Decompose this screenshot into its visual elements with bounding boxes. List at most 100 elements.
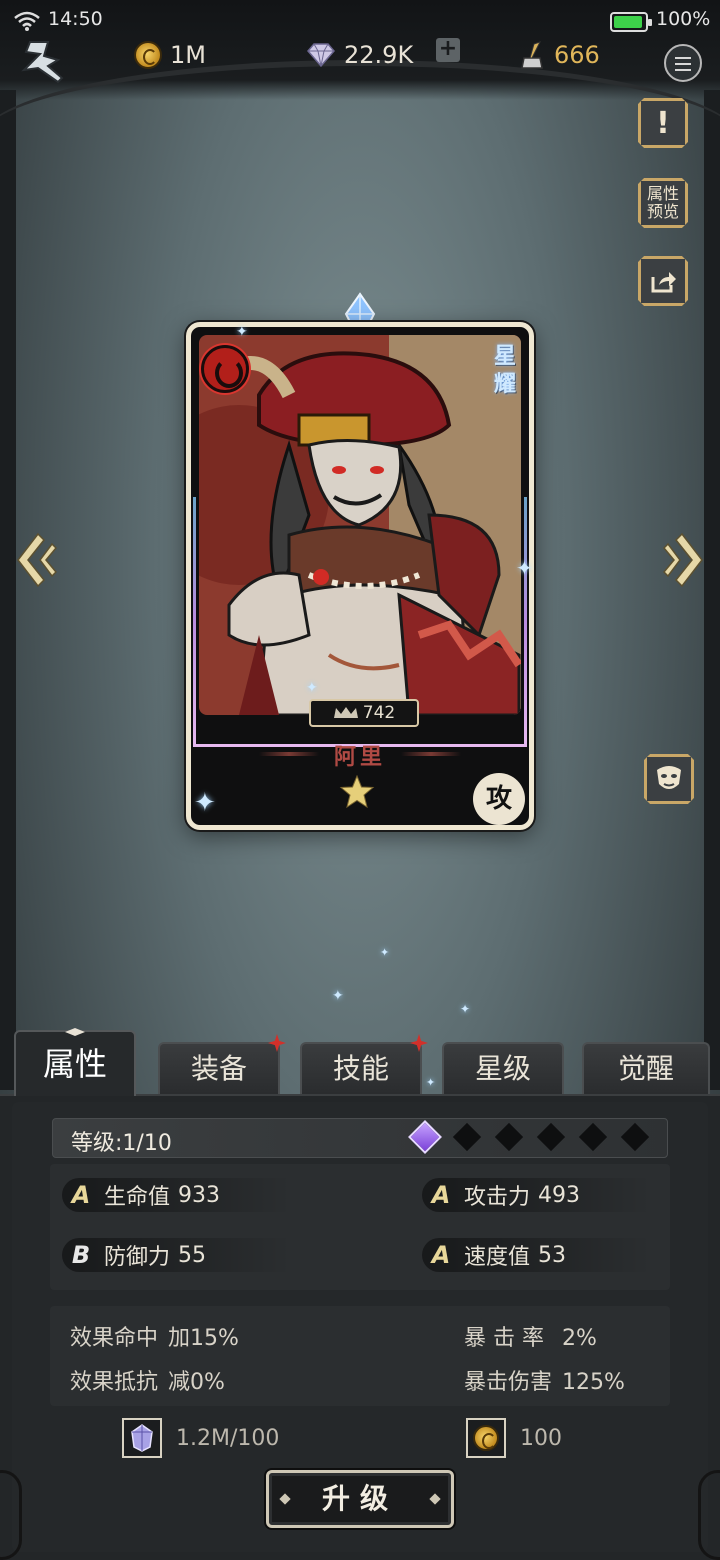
level-pip-empty-icon [620,1122,650,1152]
level-pip-filled-icon [410,1122,440,1152]
rarity-label: 星耀 [493,344,516,397]
stat-name: 攻击力 [464,1185,531,1210]
effect-name: 效果命中 [70,1326,159,1351]
stat-attack: A 攻击力 493 [422,1178,652,1212]
stat-speed: A 速度值 53 [422,1238,652,1272]
level-pip-empty-icon [452,1122,482,1152]
star-icon [339,775,375,809]
corner-deco-right [698,1470,720,1560]
tab-bar: 属性 装备 技能 星级 觉醒 [0,1030,720,1096]
effect-name: 效果抵抗 [70,1370,159,1395]
attack-role-badge: 攻 [473,773,525,825]
tab-star-level[interactable]: 星级 [442,1042,564,1094]
level-pip-empty-icon [494,1122,524,1152]
stat-value: 933 [178,1182,221,1208]
stat-value: 55 [178,1242,207,1268]
alert-icon [410,1034,428,1052]
ink-bottle-icon [521,41,543,69]
status-time: 14:50 [48,8,103,30]
stat-value: 493 [538,1182,581,1208]
gold-cost: 100 [466,1418,562,1458]
ink-amount: 666 [554,41,600,69]
hero-name: 阿里 [333,745,386,770]
grade-badge: A [431,1181,451,1209]
previous-hero-arrow[interactable] [14,530,58,590]
stat-defense: B 防御力 55 [62,1238,292,1272]
next-hero-arrow[interactable] [662,530,706,590]
tab-skills[interactable]: 技能 [300,1034,428,1094]
tab-label: 装备 [190,1052,247,1085]
level-pip-empty-icon [578,1122,608,1152]
info-button[interactable]: ! [638,98,688,148]
gold-coin-icon [466,1418,506,1458]
tab-equipment[interactable]: 装备 [158,1034,286,1094]
level-text: 等级:1/10 [71,1131,172,1156]
sparkle-icon: ✦ [306,680,318,696]
gold-cost-value: 100 [520,1425,562,1451]
effect-value: 减0% [168,1370,225,1395]
crystal-icon [122,1418,162,1458]
tab-label: 星级 [474,1052,531,1085]
grade-badge: A [71,1181,91,1209]
level-bar: 等级:1/10 [52,1118,668,1158]
tab-awaken[interactable]: 觉醒 [582,1042,710,1094]
grade-badge: B [71,1241,91,1269]
crystal-cost-value: 1.2M/100 [176,1425,280,1451]
power-box: 742 [309,699,419,727]
attribute-preview-button[interactable]: 属性预览 [638,178,688,228]
sparkle-icon: ✦ [194,788,216,818]
hero-portrait [199,335,521,715]
alert-icon [268,1034,286,1052]
fire-element-icon [201,345,249,393]
effect-hit: 效果命中 加15% [70,1320,239,1352]
battery-percent: 100% [656,8,711,30]
upgrade-button[interactable]: 升级 [266,1470,454,1528]
tab-label: 技能 [332,1052,389,1085]
effect-stats: 效果命中 加15% 暴 击 率 2% 效果抵抗 减0% 暴击伤害 125% [50,1306,670,1406]
effect-crit-damage: 暴击伤害 125% [464,1364,625,1396]
base-stats: A 生命值 933 A 攻击力 493 B 防御力 55 A 速度值 53 [50,1164,670,1290]
tab-attributes[interactable]: 属性 [14,1030,136,1096]
effect-value: 加15% [168,1326,239,1351]
mask-icon [657,766,681,789]
crystal-cost: 1.2M/100 [122,1418,279,1458]
gold-coin-icon [134,41,162,69]
effect-crit-rate: 暴 击 率 2% [464,1320,597,1352]
stat-name: 防御力 [104,1245,171,1270]
effect-resist: 效果抵抗 减0% [70,1364,225,1396]
menu-button[interactable] [664,44,702,82]
sparkle-icon: ✦ [516,556,533,580]
skin-button[interactable] [644,754,694,804]
add-gem-button[interactable]: + [436,38,460,62]
share-button[interactable] [638,256,688,306]
gold-counter: 1M [134,38,206,72]
effect-name: 暴击伤害 [464,1370,553,1395]
sparkle-icon: ✦ [380,946,390,959]
back-button[interactable] [18,38,68,86]
ink-counter: 666 [518,38,600,72]
grade-badge: A [431,1241,451,1269]
corner-deco-left [0,1470,22,1560]
wifi-icon [14,11,40,31]
sparkle-icon: ✦ [460,1002,471,1016]
hero-detail-screen: 14:50 100% 1M 22.9K + 666 ! 属性预览 星耀 742 … [0,0,720,1560]
gem-amount: 22.9K [344,41,414,69]
level-pip-empty-icon [536,1122,566,1152]
stat-name: 生命值 [104,1185,171,1210]
sparkle-icon: ✦ [332,988,344,1004]
effect-name: 暴 击 率 [464,1326,544,1351]
power-value: 742 [362,703,396,723]
effect-value: 125% [562,1370,625,1395]
diamond-icon [307,43,335,68]
left-frame [0,90,16,1090]
level-pips [410,1122,650,1152]
gem-counter: 22.9K [306,38,413,72]
hero-card[interactable]: 星耀 742 阿里 攻 [186,322,534,830]
share-icon [651,272,676,293]
stat-value: 53 [538,1242,567,1268]
tab-label: 觉醒 [617,1052,674,1085]
sparkle-icon: ✦ [236,324,248,340]
gold-amount: 1M [170,41,206,69]
tab-label: 属性 [42,1045,107,1083]
stat-name: 速度值 [464,1245,531,1270]
